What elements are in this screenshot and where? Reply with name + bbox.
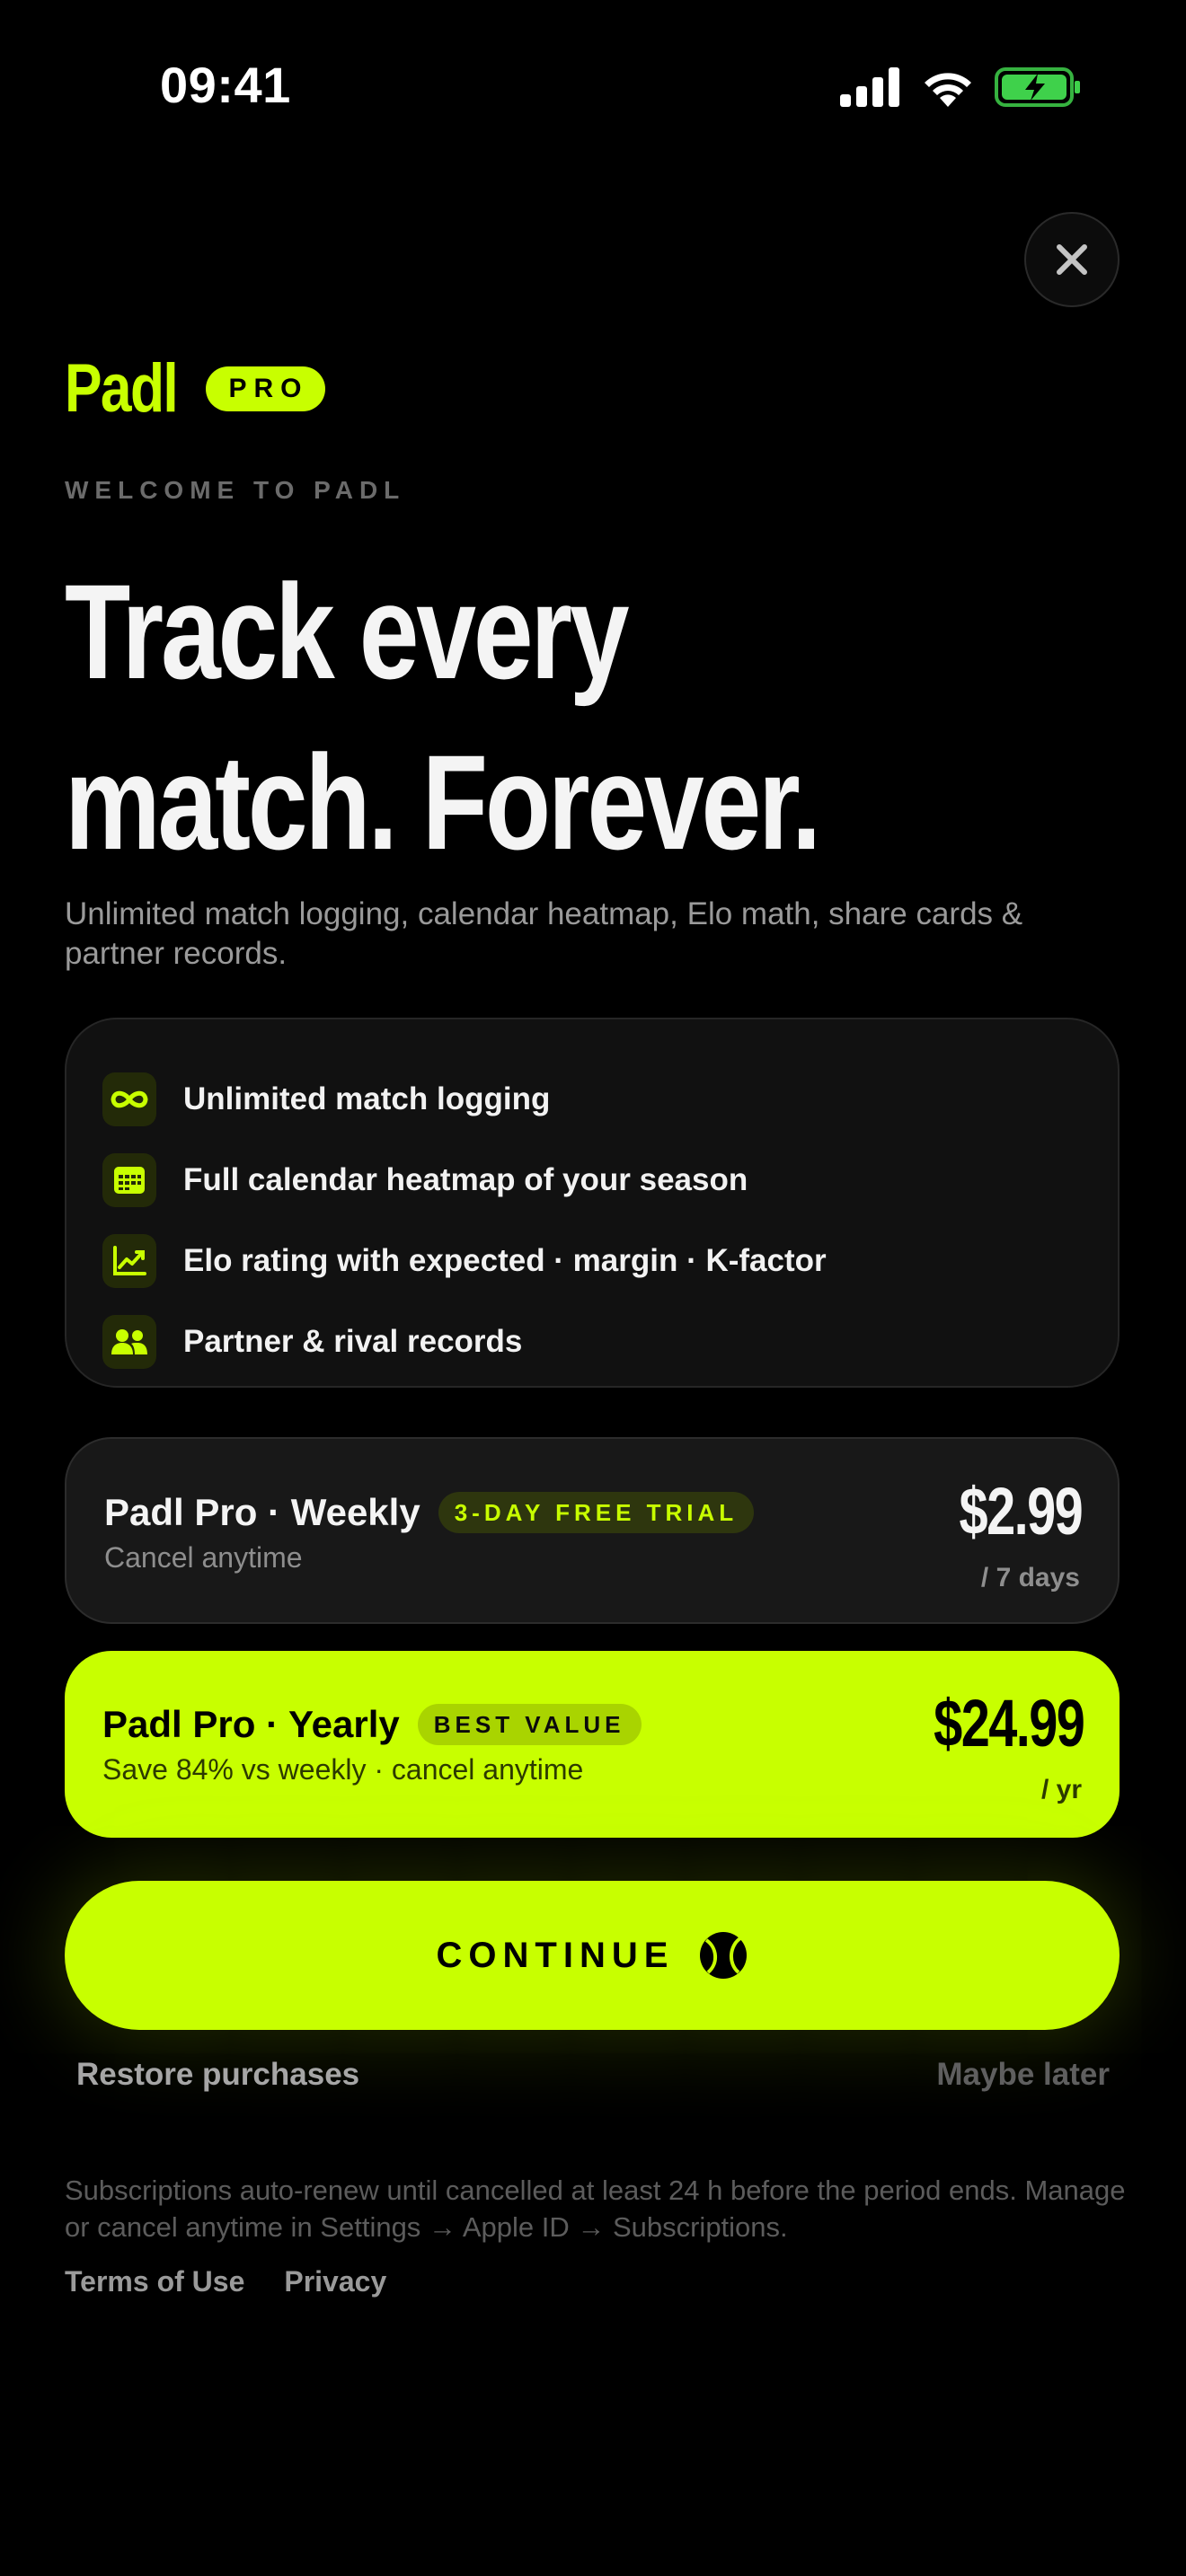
feature-item: Partner & rival records bbox=[102, 1301, 1118, 1382]
feature-item: Full calendar heatmap of your season bbox=[102, 1140, 1118, 1221]
continue-label: CONTINUE bbox=[436, 1935, 675, 1975]
headline-line-2: match. Forever. bbox=[65, 727, 821, 878]
legal-links: Terms of Use Privacy bbox=[65, 2265, 386, 2298]
tennis-ball-icon bbox=[700, 1932, 748, 1979]
plan-name: Padl Pro · Yearly bbox=[102, 1703, 400, 1745]
pro-badge: PRO bbox=[205, 366, 325, 411]
status-bar-time: 09:41 bbox=[160, 57, 291, 113]
plan-option-weekly[interactable]: Padl Pro · Weekly 3-DAY FREE TRIAL Cance… bbox=[65, 1437, 1120, 1624]
plan-option-yearly[interactable]: Padl Pro · Yearly BEST VALUE Save 84% vs… bbox=[65, 1651, 1120, 1838]
subtitle: Unlimited match logging, calendar heatma… bbox=[65, 896, 1023, 971]
cellular-signal-icon bbox=[840, 67, 899, 107]
feature-label: Unlimited match logging bbox=[183, 1081, 551, 1116]
brand-row: Padl PRO bbox=[65, 355, 325, 423]
wifi-icon bbox=[925, 73, 971, 107]
plan-price: $2.99 bbox=[959, 1474, 1083, 1548]
plan-period: / 7 days bbox=[980, 1563, 1080, 1592]
legal-text: Subscriptions auto-renew until cancelled… bbox=[65, 2175, 1126, 2243]
headline: Track every match. Forever. bbox=[65, 546, 855, 887]
trial-badge: 3-DAY FREE TRIAL bbox=[438, 1492, 755, 1533]
privacy-link[interactable]: Privacy bbox=[284, 2265, 386, 2298]
plan-period: / yr bbox=[1040, 1775, 1082, 1804]
maybe-later-link[interactable]: Maybe later bbox=[936, 2057, 1110, 2093]
people-icon bbox=[102, 1315, 156, 1369]
eyebrow-text: WELCOME TO PADL bbox=[65, 476, 406, 504]
terms-of-use-link[interactable]: Terms of Use bbox=[65, 2265, 244, 2298]
best-value-badge: BEST VALUE bbox=[417, 1704, 642, 1745]
plan-name: Padl Pro · Weekly bbox=[104, 1491, 420, 1533]
chart-icon bbox=[102, 1234, 156, 1288]
battery-charging-icon bbox=[995, 67, 1080, 107]
status-bar-icons bbox=[840, 65, 1081, 110]
close-icon bbox=[1057, 244, 1087, 275]
plan-subtitle: Cancel anytime bbox=[104, 1541, 303, 1574]
calendar-icon bbox=[102, 1153, 156, 1207]
feature-label: Elo rating with expected · margin · K-fa… bbox=[183, 1243, 827, 1278]
brand-logo: Padl bbox=[65, 350, 179, 427]
feature-item: Elo rating with expected · margin · K-fa… bbox=[102, 1221, 1118, 1301]
infinity-icon bbox=[102, 1072, 156, 1126]
feature-item: Unlimited match logging bbox=[102, 1059, 1118, 1140]
plan-title: Padl Pro · Yearly BEST VALUE bbox=[102, 1703, 642, 1746]
headline-line-1: Track every bbox=[65, 556, 630, 707]
close-button[interactable] bbox=[1024, 212, 1120, 307]
plan-subtitle: Save 84% vs weekly · cancel anytime bbox=[102, 1753, 584, 1786]
continue-button[interactable]: CONTINUE bbox=[65, 1881, 1120, 2030]
restore-purchases-link[interactable]: Restore purchases bbox=[76, 2057, 359, 2093]
plan-price: $24.99 bbox=[933, 1686, 1085, 1760]
feature-label: Full calendar heatmap of your season bbox=[183, 1162, 748, 1197]
plan-title: Padl Pro · Weekly 3-DAY FREE TRIAL bbox=[104, 1491, 755, 1534]
feature-label: Partner & rival records bbox=[183, 1324, 523, 1359]
features-card: Unlimited match logging Full calendar he… bbox=[65, 1018, 1120, 1388]
